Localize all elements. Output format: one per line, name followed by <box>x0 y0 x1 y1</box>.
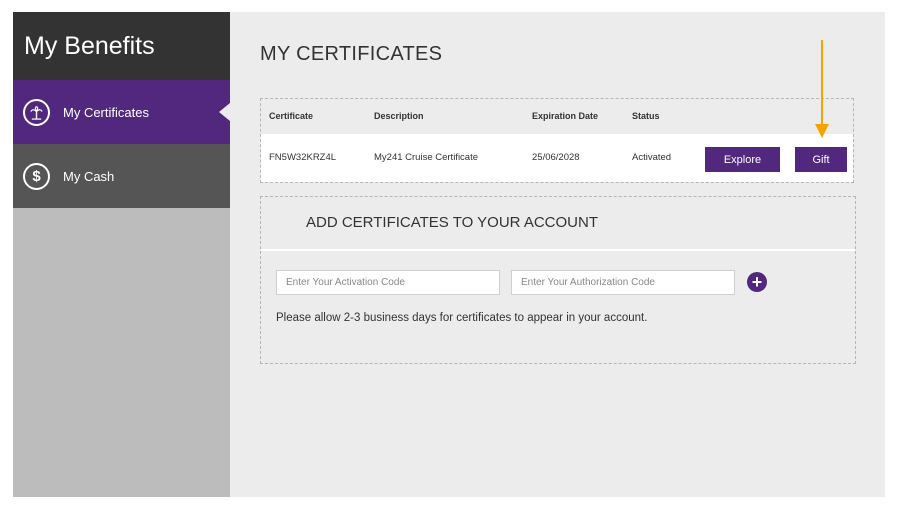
processing-note: Please allow 2-3 business days for certi… <box>276 312 648 324</box>
palm-tree-icon <box>23 98 50 126</box>
header-description: Description <box>374 111 424 121</box>
sidebar-title: My Benefits <box>13 12 230 80</box>
certificate-code: FN5W32KRZ4L <box>269 152 337 163</box>
explore-button[interactable]: Explore <box>705 147 780 172</box>
gift-button[interactable]: Gift <box>795 147 847 172</box>
dollar-icon: $ <box>23 162 50 190</box>
table-row: FN5W32KRZ4L My241 Cruise Certificate 25/… <box>261 134 853 182</box>
add-certificates-panel: ADD CERTIFICATES TO YOUR ACCOUNT + Pleas… <box>260 196 856 364</box>
add-icon[interactable]: + <box>747 272 767 292</box>
add-certificates-title: ADD CERTIFICATES TO YOUR ACCOUNT <box>306 214 598 231</box>
active-indicator <box>219 103 230 121</box>
certificates-table: Certificate Description Expiration Date … <box>260 98 854 183</box>
activation-code-input[interactable] <box>276 270 500 295</box>
expiration-date: 25/06/2028 <box>532 152 580 163</box>
table-header: Certificate Description Expiration Date … <box>261 99 853 133</box>
header-expiration-date: Expiration Date <box>532 111 599 121</box>
app-frame: My Benefits My Certificates $ My Cash MY… <box>13 12 885 497</box>
authorization-code-input[interactable] <box>511 270 735 295</box>
header-status: Status <box>632 111 660 121</box>
sidebar-item-label: My Certificates <box>63 104 149 120</box>
sidebar-item-my-cash[interactable]: $ My Cash <box>13 144 230 208</box>
status-text: Activated <box>632 152 672 163</box>
sidebar-item-label: My Cash <box>63 168 115 184</box>
sidebar-item-my-certificates[interactable]: My Certificates <box>13 80 230 144</box>
sidebar: My Benefits My Certificates $ My Cash <box>13 12 230 497</box>
divider <box>261 249 855 251</box>
page-title: MY CERTIFICATES <box>260 43 443 65</box>
certificate-description: My241 Cruise Certificate <box>374 152 479 163</box>
header-certificate: Certificate <box>269 111 314 121</box>
main-content: MY CERTIFICATES Certificate Description … <box>230 12 885 497</box>
arrow-down-icon <box>815 40 829 138</box>
